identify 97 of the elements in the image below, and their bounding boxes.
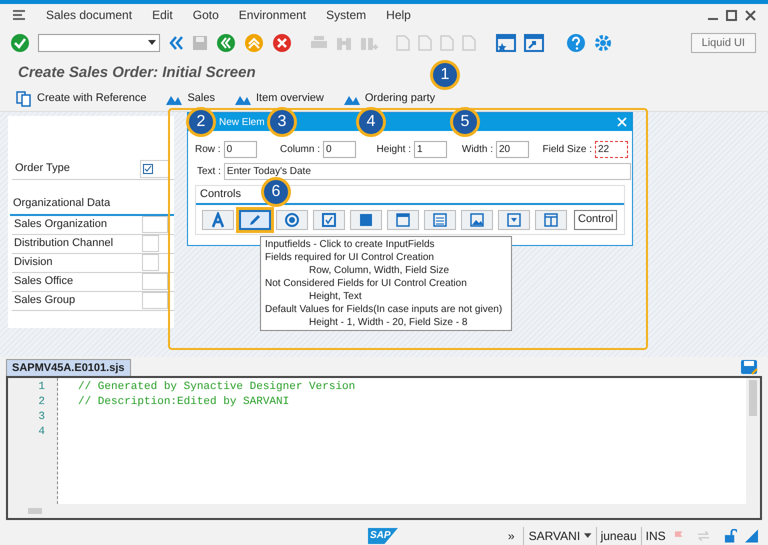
toolbar-button[interactable]: Sales (187, 90, 215, 107)
dropdown-icon[interactable] (584, 533, 592, 539)
line-number: 4 (38, 425, 45, 439)
code-line: // Generated by Synactive Designer Version (78, 380, 356, 394)
field-label: Width : (462, 142, 493, 156)
control-type-button[interactable] (276, 210, 308, 230)
field-label: Row : (195, 142, 221, 156)
save-icon[interactable] (740, 359, 758, 375)
sap-logo: SAP (368, 528, 398, 544)
image-icon (469, 212, 485, 228)
maximize-icon[interactable] (726, 10, 737, 20)
tooltip-line: Height, Text (309, 290, 362, 303)
field-label: Sales Group (13, 293, 76, 308)
horizontal-scrollbar[interactable] (8, 504, 760, 518)
radio-icon (284, 212, 300, 228)
settings-icon[interactable] (594, 34, 612, 52)
dropdown-icon (506, 212, 522, 228)
toolbar-button[interactable]: Create with Reference (37, 90, 146, 107)
input-field[interactable] (142, 292, 168, 309)
code-line: // Description:Edited by SARVANI (78, 395, 290, 409)
square-icon (358, 212, 374, 228)
tooltip-line: Height - 1, Width - 20, Field Size - 8 (309, 316, 468, 329)
line-number: 2 (38, 395, 45, 409)
user-name: SARVANI (522, 527, 580, 545)
input-field[interactable] (142, 273, 168, 290)
checkbox-icon (321, 212, 337, 228)
tooltip-line: Default Values for Fields(In case inputs are not given) (265, 303, 502, 316)
input-field[interactable]: Enter Today's Date (224, 162, 631, 180)
input-field[interactable] (142, 254, 159, 271)
control-type-button[interactable] (498, 210, 530, 230)
input-field[interactable] (142, 235, 159, 252)
menu-item[interactable]: Help (386, 6, 411, 24)
field-label: Height : (376, 142, 411, 156)
back-icon[interactable] (216, 33, 236, 53)
control-type-button[interactable] (313, 210, 345, 230)
menu-item[interactable]: Sales document (46, 6, 132, 24)
lock-icon[interactable] (724, 529, 737, 543)
tooltip-line: Fields required for UI Control Creation (265, 251, 434, 264)
vertical-scrollbar[interactable] (746, 378, 760, 504)
server-name: juneau (596, 527, 637, 545)
control-type-button[interactable] (424, 210, 456, 230)
callout-badge: 1 (430, 60, 460, 90)
tooltip-line: Inputfields - Click to create InputFields (265, 238, 435, 251)
copy-icon[interactable] (16, 90, 32, 106)
text-style-icon (210, 212, 226, 228)
window-icon (395, 212, 411, 228)
input-mode: INS (640, 527, 666, 545)
field-label: Distribution Channel (13, 236, 114, 252)
screen-title: Create Sales Order: Initial Screen (18, 62, 256, 83)
liquid-ui-button[interactable]: Liquid UI (690, 33, 756, 53)
help-icon[interactable] (566, 33, 586, 53)
control-type-button[interactable] (202, 210, 234, 230)
input-field[interactable] (142, 216, 168, 233)
exit-icon[interactable] (244, 33, 264, 53)
confirm-icon[interactable] (10, 33, 30, 53)
tooltip-line: Not Considered Fields for UI Control Creation (265, 277, 467, 290)
field-label: Sales Organization (13, 217, 108, 232)
menu-item[interactable]: Environment (238, 6, 306, 24)
cancel-icon[interactable] (272, 33, 292, 53)
table-icon (543, 212, 559, 228)
list-icon (432, 212, 448, 228)
double-chevron-icon[interactable] (168, 35, 184, 51)
field-label: Field Size : (542, 142, 592, 156)
menu-item[interactable]: Edit (152, 6, 173, 24)
field-label: Sales Office (13, 274, 74, 290)
input-field[interactable]: 1 (414, 140, 447, 158)
input-field[interactable]: 0 (224, 140, 257, 158)
toolbar-button[interactable]: Ordering party (364, 90, 436, 107)
order-type-field[interactable] (140, 160, 170, 178)
dropdown-icon[interactable] (148, 40, 156, 46)
resize-grip-icon[interactable] (744, 529, 758, 543)
menu-item[interactable]: Goto (192, 6, 219, 24)
input-field[interactable]: 22 (595, 140, 628, 158)
control-type-button[interactable] (350, 210, 382, 230)
field-label: Order Type (14, 161, 71, 176)
close-icon[interactable] (745, 10, 756, 20)
code-editor[interactable]: 1 2 3 4 // Generated by Synactive Designer Version // Description:Edited by SARVANI (6, 376, 762, 520)
field-label: Division (13, 255, 54, 270)
menu-icon[interactable] (12, 9, 26, 21)
control-type-button[interactable] (461, 210, 493, 230)
dialog-title: New Elem (219, 116, 265, 130)
control-button[interactable]: Control (574, 210, 618, 230)
field-label: Column : (280, 142, 320, 156)
control-type-button[interactable] (535, 210, 567, 230)
field-label: Text : (197, 164, 221, 178)
menu-item[interactable]: System (326, 6, 366, 24)
control-type-button[interactable] (387, 210, 419, 230)
toolbar-button[interactable]: Item overview (256, 90, 324, 107)
more-button[interactable]: » (508, 527, 515, 545)
line-number: 3 (38, 410, 45, 424)
line-number: 1 (38, 380, 45, 394)
input-field[interactable]: 0 (323, 140, 356, 158)
tooltip-line: Row, Column, Width, Field Size (309, 264, 450, 277)
input-field[interactable]: 20 (496, 140, 529, 158)
value-help-icon[interactable] (143, 164, 153, 174)
editor-tab[interactable]: SAPMV45A.E0101.sjs (6, 359, 131, 376)
command-field[interactable] (38, 34, 160, 52)
